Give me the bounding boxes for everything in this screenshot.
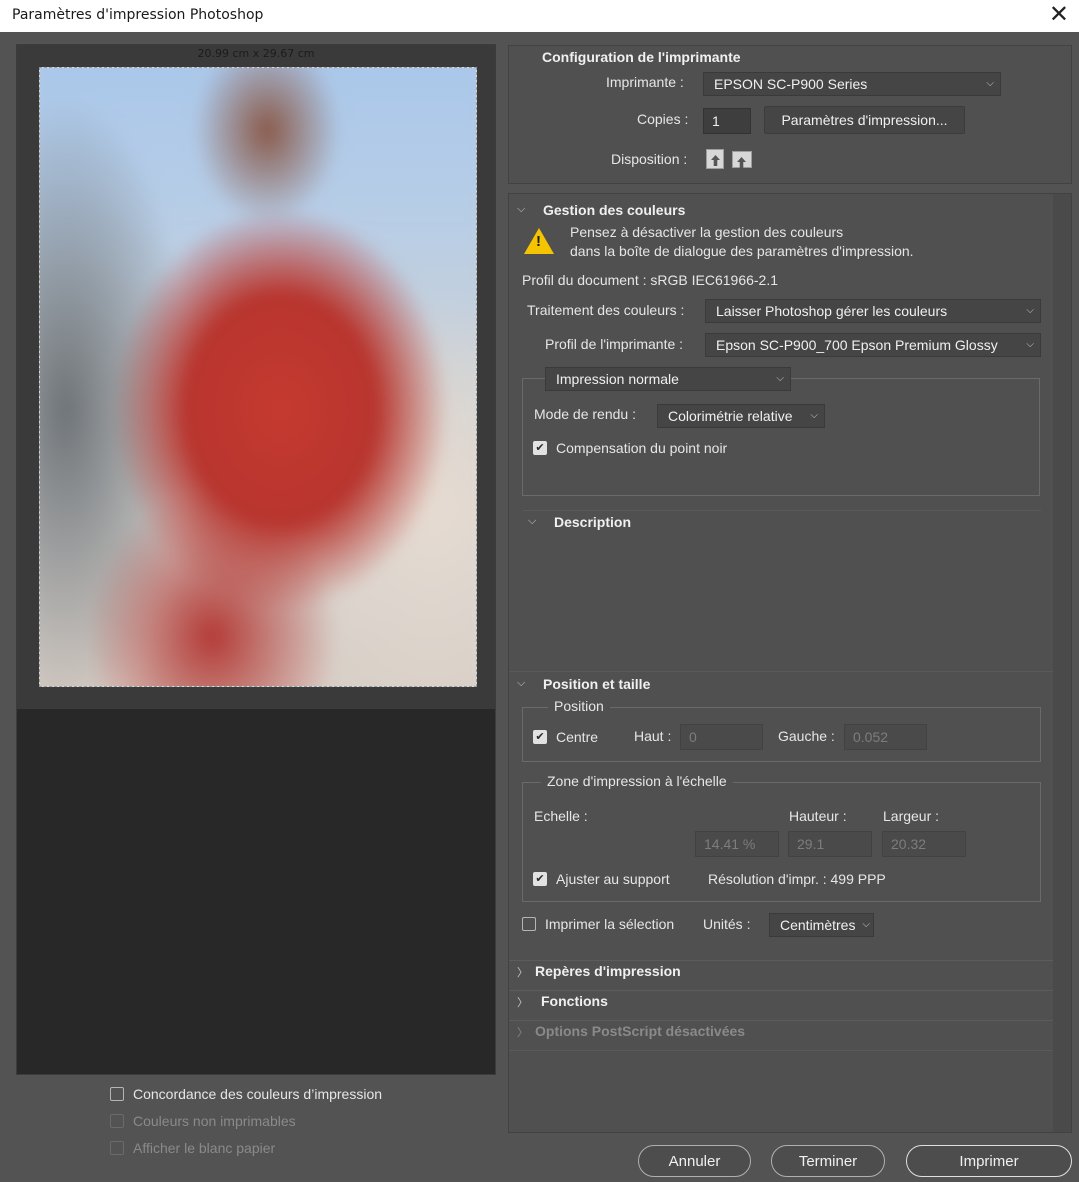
printer-profile-label: Profil de l'imprimante : bbox=[545, 336, 684, 352]
paper-white-checkbox bbox=[110, 1141, 124, 1155]
chevron-right-icon: 〉 bbox=[517, 1027, 528, 1039]
print-mode-group bbox=[522, 378, 1040, 496]
printer-profile-value: Epson SC-P900_700 Epson Premium Glossy bbox=[716, 337, 998, 353]
chevron-down-icon: ⌵ bbox=[1026, 305, 1034, 316]
concordance-option[interactable]: Concordance des couleurs d’impression bbox=[110, 1086, 382, 1102]
title-bar: Paramètres d'impression Photoshop ✕ bbox=[0, 0, 1079, 32]
position-legend: Position bbox=[548, 698, 610, 714]
width-input: 20.32 bbox=[882, 831, 966, 857]
printer-setup-panel: Configuration de l'imprimante Imprimante… bbox=[508, 45, 1072, 184]
scale-legend: Zone d'impression à l'échelle bbox=[541, 773, 733, 789]
settings-panel: ⌵ Gestion des couleurs ! Pensez à désact… bbox=[508, 193, 1072, 1133]
landscape-layout-icon[interactable] bbox=[732, 151, 752, 168]
layout-label: Disposition : bbox=[611, 151, 688, 167]
postscript-title: Options PostScript désactivées bbox=[535, 1023, 746, 1039]
fit-media-label: Ajuster au support bbox=[556, 871, 670, 887]
left-input: 0.052 bbox=[844, 724, 927, 750]
print-selection-option[interactable]: Imprimer la sélection bbox=[522, 916, 674, 932]
preview-background bbox=[17, 709, 495, 1074]
chevron-down-icon: ⌵ bbox=[776, 373, 784, 384]
print-mode-select[interactable]: Impression normale ⌵ bbox=[545, 367, 791, 391]
divider bbox=[509, 671, 1053, 672]
top-input: 0 bbox=[680, 724, 763, 750]
top-label: Haut : bbox=[634, 728, 672, 744]
window-title: Paramètres d'impression Photoshop bbox=[12, 7, 264, 23]
units-value: Centimètres bbox=[780, 917, 856, 933]
printer-profile-select[interactable]: Epson SC-P900_700 Epson Premium Glossy ⌵ bbox=[705, 333, 1041, 357]
cancel-button[interactable]: Annuler bbox=[638, 1145, 751, 1177]
position-size-title[interactable]: Position et taille bbox=[543, 676, 650, 692]
chevron-down-icon: ⌵ bbox=[986, 78, 994, 89]
print-resolution: Résolution d'impr. : 499 PPP bbox=[708, 871, 886, 887]
chevron-right-icon[interactable]: 〉 bbox=[517, 994, 528, 1010]
divider bbox=[523, 510, 1041, 511]
printer-select[interactable]: EPSON SC-P900 Series ⌵ bbox=[703, 72, 1001, 96]
print-marks-title[interactable]: Repères d'impression bbox=[535, 963, 681, 979]
functions-title[interactable]: Fonctions bbox=[541, 993, 608, 1009]
close-icon[interactable]: ✕ bbox=[1049, 2, 1069, 28]
color-management-title[interactable]: Gestion des couleurs bbox=[543, 202, 685, 218]
concordance-checkbox[interactable] bbox=[110, 1087, 124, 1101]
height-input: 29.1 bbox=[788, 831, 872, 857]
print-preview: 20.99 cm x 29.67 cm bbox=[16, 44, 496, 1075]
description-title[interactable]: Description bbox=[554, 514, 631, 530]
chevron-down-icon[interactable]: ⌵ bbox=[528, 515, 536, 528]
preview-image bbox=[40, 68, 476, 686]
print-selection-checkbox[interactable] bbox=[522, 917, 536, 931]
black-point-option[interactable]: ✔ Compensation du point noir bbox=[533, 440, 727, 456]
printer-setup-title: Configuration de l'imprimante bbox=[542, 49, 741, 65]
center-label: Centre bbox=[556, 729, 599, 745]
concordance-label: Concordance des couleurs d’impression bbox=[133, 1086, 383, 1102]
units-select[interactable]: Centimètres ⌵ bbox=[769, 913, 874, 937]
warning-icon: ! bbox=[524, 228, 554, 254]
chevron-down-icon[interactable]: ⌵ bbox=[517, 677, 525, 690]
width-label: Largeur : bbox=[883, 808, 940, 824]
printer-label: Imprimante : bbox=[606, 74, 684, 90]
rendering-value: Colorimétrie relative bbox=[668, 408, 793, 424]
preview-area: 20.99 cm x 29.67 cm bbox=[17, 45, 495, 709]
paper-white-option: Afficher le blanc papier bbox=[110, 1140, 275, 1156]
chevron-down-icon[interactable]: ⌵ bbox=[517, 203, 525, 216]
scale-input: 14.41 % bbox=[695, 831, 779, 857]
scale-label: Echelle : bbox=[534, 808, 588, 824]
print-button[interactable]: Imprimer bbox=[906, 1145, 1072, 1177]
fit-media-option[interactable]: ✔ Ajuster au support bbox=[533, 871, 670, 887]
warning-line-2: dans la boîte de dialogue des paramètres… bbox=[570, 243, 914, 259]
color-handling-value: Laisser Photoshop gérer les couleurs bbox=[716, 303, 948, 319]
center-option[interactable]: ✔ Centre bbox=[533, 729, 598, 745]
copies-input[interactable]: 1 bbox=[703, 108, 751, 134]
color-handling-select[interactable]: Laisser Photoshop gérer les couleurs ⌵ bbox=[705, 299, 1041, 323]
copies-label: Copies : bbox=[637, 111, 689, 127]
scrollbar[interactable] bbox=[1053, 194, 1071, 1132]
color-handling-label: Traitement des couleurs : bbox=[527, 302, 685, 318]
units-label: Unités : bbox=[703, 916, 751, 932]
chevron-down-icon: ⌵ bbox=[1026, 339, 1034, 350]
paper-white-label: Afficher le blanc papier bbox=[133, 1140, 276, 1156]
non-printable-checkbox bbox=[110, 1114, 124, 1128]
warning-line-1: Pensez à désactiver la gestion des coule… bbox=[570, 224, 844, 240]
print-settings-button[interactable]: Paramètres d'impression... bbox=[764, 106, 965, 134]
chevron-down-icon: ⌵ bbox=[862, 919, 870, 930]
height-label: Hauteur : bbox=[789, 808, 847, 824]
print-selection-label: Imprimer la sélection bbox=[545, 916, 675, 932]
black-point-checkbox[interactable]: ✔ bbox=[533, 441, 547, 455]
fit-media-checkbox[interactable]: ✔ bbox=[533, 872, 547, 886]
chevron-right-icon[interactable]: 〉 bbox=[517, 964, 528, 980]
document-profile: Profil du document : sRGB IEC61966-2.1 bbox=[522, 272, 779, 288]
non-printable-label: Couleurs non imprimables bbox=[133, 1113, 296, 1129]
rendering-label: Mode de rendu : bbox=[534, 406, 636, 422]
portrait-layout-icon[interactable] bbox=[706, 149, 724, 169]
chevron-down-icon: ⌵ bbox=[810, 410, 818, 421]
preview-paper[interactable] bbox=[39, 67, 477, 687]
paper-dimensions: 20.99 cm x 29.67 cm bbox=[197, 47, 315, 60]
print-mode-value: Impression normale bbox=[556, 371, 679, 387]
non-printable-option: Couleurs non imprimables bbox=[110, 1113, 296, 1129]
left-label: Gauche : bbox=[778, 728, 835, 744]
rendering-select[interactable]: Colorimétrie relative ⌵ bbox=[657, 404, 825, 428]
black-point-label: Compensation du point noir bbox=[556, 440, 728, 456]
printer-value: EPSON SC-P900 Series bbox=[714, 76, 868, 92]
done-button[interactable]: Terminer bbox=[771, 1145, 885, 1177]
divider bbox=[509, 1050, 1053, 1051]
center-checkbox[interactable]: ✔ bbox=[533, 730, 547, 744]
